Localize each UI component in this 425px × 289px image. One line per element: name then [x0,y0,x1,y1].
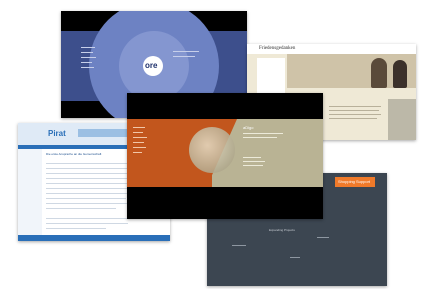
glass-sphere-graphic [189,127,235,173]
orange-button[interactable]: Shopping Support [335,177,375,187]
text-line [46,163,136,164]
article-headline: Die erste Ansprache an die Gemeinschaft [46,152,102,156]
blue-hero-panel: ore [61,11,247,118]
side-text-line [173,56,195,57]
menu-line [133,132,143,133]
grey-side-panel [388,99,416,140]
logo-text: ore [145,61,158,70]
menu-line [133,152,142,153]
portrait-figure [371,58,387,88]
text-line [329,114,381,115]
text-line [46,178,130,179]
info-line [243,133,283,134]
text-line [46,168,134,169]
text-line [232,245,246,246]
menu-line [81,57,96,58]
menu-line [81,52,93,53]
menu-line [81,62,92,63]
text-line [46,218,132,219]
text-line [329,118,377,119]
menu-line [133,127,145,128]
text-line [46,193,136,194]
text-line [329,110,379,111]
menu-line [81,67,94,68]
text-line [329,106,381,107]
menu-line [133,142,144,143]
info-line [243,165,263,166]
logo-badge[interactable]: ore [143,56,163,76]
text-line [46,203,136,204]
website-thumbnail-orange-khaki[interactable]: aDigo [127,93,323,219]
footer-bar [18,235,170,241]
menu-line [133,137,147,138]
left-column [18,149,42,241]
caption-text: Expanding Projects [269,228,295,232]
side-text-line [173,51,199,52]
header-text: Friedensgedanken [259,46,296,51]
text-line [46,223,128,224]
left-menu [257,58,285,98]
info-line [243,157,261,158]
text-line [46,228,106,229]
banner-title: Pirat [48,129,66,138]
menu-line [81,47,95,48]
portrait-figure [393,60,407,88]
text-line [46,188,132,189]
photo-band [287,54,416,88]
button-label: Shopping Support [338,179,371,184]
info-line [243,137,277,138]
text-line [46,198,126,199]
page-header: Friedensgedanken [247,44,416,54]
text-line [317,237,329,238]
menu-line [133,147,146,148]
khaki-hero: aDigo [127,119,323,187]
text-line [290,257,300,258]
text-line [46,208,116,209]
info-line [243,161,265,162]
text-line [46,183,136,184]
text-line [46,173,136,174]
site-title: aDigo [243,125,254,130]
